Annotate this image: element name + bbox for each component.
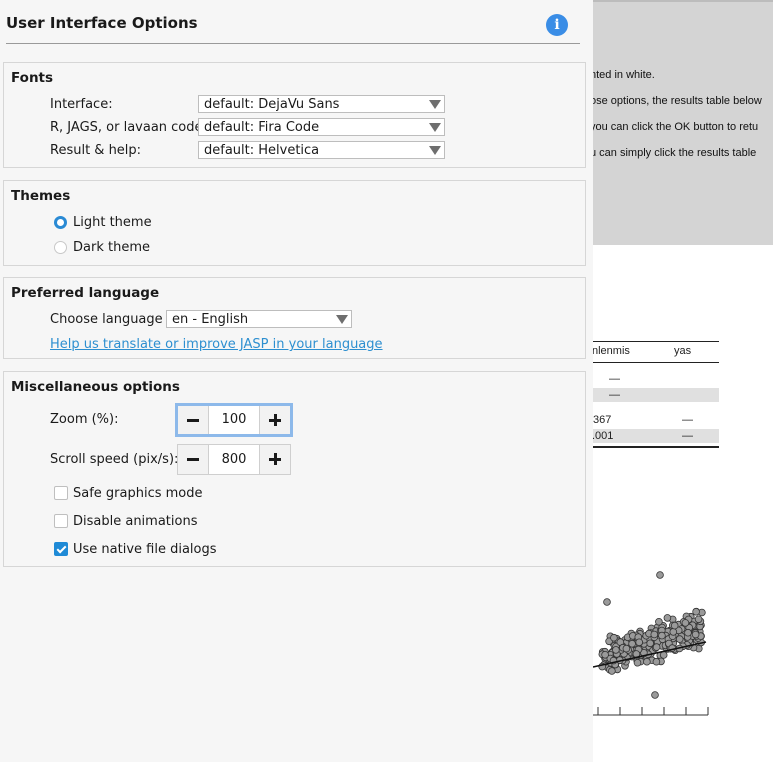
scatter-point bbox=[655, 617, 663, 626]
scatter-point bbox=[650, 630, 659, 639]
table-cell: .367 bbox=[590, 414, 612, 426]
minus-icon bbox=[187, 419, 199, 422]
themes-group-title: Themes bbox=[11, 188, 71, 204]
scroll-speed-label: Scroll speed (pix/s): bbox=[50, 452, 179, 467]
scatter-point bbox=[652, 657, 661, 666]
scatter-point bbox=[612, 646, 620, 654]
scatter-point bbox=[622, 644, 631, 653]
scatter-point bbox=[669, 628, 678, 636]
code-font-value: default: Fira Code bbox=[204, 120, 320, 135]
table-cell: — bbox=[682, 414, 693, 426]
result-font-select[interactable]: default: Helvetica bbox=[198, 141, 445, 159]
code-font-label: R, JAGS, or lavaan code: bbox=[50, 120, 207, 135]
table-cell: — bbox=[609, 373, 620, 385]
interface-font-value: default: DejaVu Sans bbox=[204, 97, 340, 112]
scatter-point bbox=[603, 598, 611, 606]
zoom-decrease-button[interactable] bbox=[178, 406, 209, 434]
dark-theme-label[interactable]: Dark theme bbox=[73, 240, 150, 255]
intro-text-line: ose options, the results table below bbox=[590, 95, 762, 107]
table-bottom-rule bbox=[590, 446, 719, 448]
light-theme-label[interactable]: Light theme bbox=[73, 215, 152, 230]
user-interface-options-panel: User Interface Options i Fonts Interface… bbox=[0, 0, 593, 762]
minus-icon bbox=[187, 458, 199, 461]
zoom-input[interactable]: 100 bbox=[209, 406, 259, 434]
scatter-point bbox=[610, 633, 618, 642]
panel-title: User Interface Options bbox=[6, 14, 198, 32]
table-top-rule bbox=[590, 341, 719, 342]
zoom-stepper[interactable]: 100 bbox=[175, 403, 293, 437]
misc-group-title: Miscellaneous options bbox=[11, 379, 180, 395]
table-header: nlenmis bbox=[592, 345, 630, 357]
scatter-point bbox=[681, 619, 690, 627]
chevron-down-icon bbox=[429, 146, 441, 155]
scatter-point bbox=[658, 631, 666, 640]
scatter-point bbox=[684, 628, 692, 637]
table-header: yas bbox=[674, 345, 692, 357]
disable-animations-label[interactable]: Disable animations bbox=[73, 514, 197, 529]
scatter-point bbox=[692, 607, 700, 616]
misc-group: Miscellaneous options Zoom (%): 100 Scro… bbox=[3, 371, 586, 567]
table-cell: .001 bbox=[592, 430, 614, 442]
safe-graphics-label[interactable]: Safe graphics mode bbox=[73, 486, 203, 501]
scatter-point bbox=[675, 635, 684, 643]
scatter-point bbox=[691, 630, 700, 639]
dark-theme-radio[interactable] bbox=[54, 241, 67, 254]
code-font-select[interactable]: default: Fira Code bbox=[198, 118, 445, 136]
translate-help-link[interactable]: Help us translate or improve JASP in you… bbox=[50, 337, 383, 352]
chevron-down-icon bbox=[336, 315, 348, 324]
result-font-label: Result & help: bbox=[50, 143, 142, 158]
title-divider bbox=[6, 43, 580, 44]
scatter-point bbox=[694, 615, 703, 624]
themes-group: Themes Light theme Dark theme bbox=[3, 180, 586, 266]
scatter-point bbox=[601, 651, 609, 659]
disable-animations-checkbox[interactable] bbox=[54, 514, 68, 528]
scatter-point bbox=[643, 657, 651, 666]
language-group-title: Preferred language bbox=[11, 285, 160, 301]
zoom-label: Zoom (%): bbox=[50, 412, 119, 427]
language-group: Preferred language Choose language en - … bbox=[3, 277, 586, 359]
plus-icon-stem bbox=[274, 453, 277, 465]
scatter-point bbox=[633, 658, 642, 667]
scroll-speed-increase-button[interactable] bbox=[259, 445, 290, 474]
light-theme-radio[interactable] bbox=[54, 216, 67, 229]
fonts-group: Fonts Interface: default: DejaVu Sans R,… bbox=[3, 62, 586, 168]
language-select[interactable]: en - English bbox=[166, 310, 352, 328]
intro-text-line: u can simply click the results table bbox=[590, 147, 757, 159]
choose-language-label: Choose language bbox=[50, 312, 163, 327]
interface-font-select[interactable]: default: DejaVu Sans bbox=[198, 95, 445, 113]
scatter-point bbox=[608, 667, 616, 675]
fonts-group-title: Fonts bbox=[11, 70, 54, 86]
chevron-down-icon bbox=[429, 100, 441, 109]
scatter-point bbox=[651, 691, 659, 699]
native-file-dialogs-label[interactable]: Use native file dialogs bbox=[73, 542, 217, 557]
scatter-point bbox=[652, 643, 661, 651]
scroll-speed-decrease-button[interactable] bbox=[178, 445, 209, 474]
chevron-down-icon bbox=[429, 123, 441, 132]
table-cell: — bbox=[609, 389, 620, 401]
scatter-point bbox=[656, 571, 664, 579]
language-value: en - English bbox=[172, 312, 249, 327]
intro-text-line: nted in white. bbox=[590, 69, 655, 81]
scroll-speed-stepper[interactable]: 800 bbox=[177, 444, 291, 475]
table-header-rule bbox=[590, 362, 719, 363]
scatter-plot bbox=[592, 571, 709, 716]
safe-graphics-checkbox[interactable] bbox=[54, 486, 68, 500]
plus-icon-stem bbox=[274, 414, 277, 426]
info-icon[interactable]: i bbox=[546, 14, 568, 36]
table-cell: — bbox=[682, 430, 693, 442]
intro-text-line: you can click the OK button to retu bbox=[590, 121, 759, 133]
scroll-speed-input[interactable]: 800 bbox=[209, 445, 259, 474]
scatter-point bbox=[663, 614, 672, 622]
scatter-point bbox=[646, 639, 654, 648]
zoom-increase-button[interactable] bbox=[259, 406, 290, 434]
scatter-point bbox=[628, 639, 636, 648]
native-file-dialogs-checkbox[interactable] bbox=[54, 542, 68, 556]
scatter-point bbox=[635, 638, 643, 647]
scatter-point bbox=[670, 621, 679, 630]
result-font-value: default: Helvetica bbox=[204, 143, 320, 158]
interface-font-label: Interface: bbox=[50, 97, 113, 112]
